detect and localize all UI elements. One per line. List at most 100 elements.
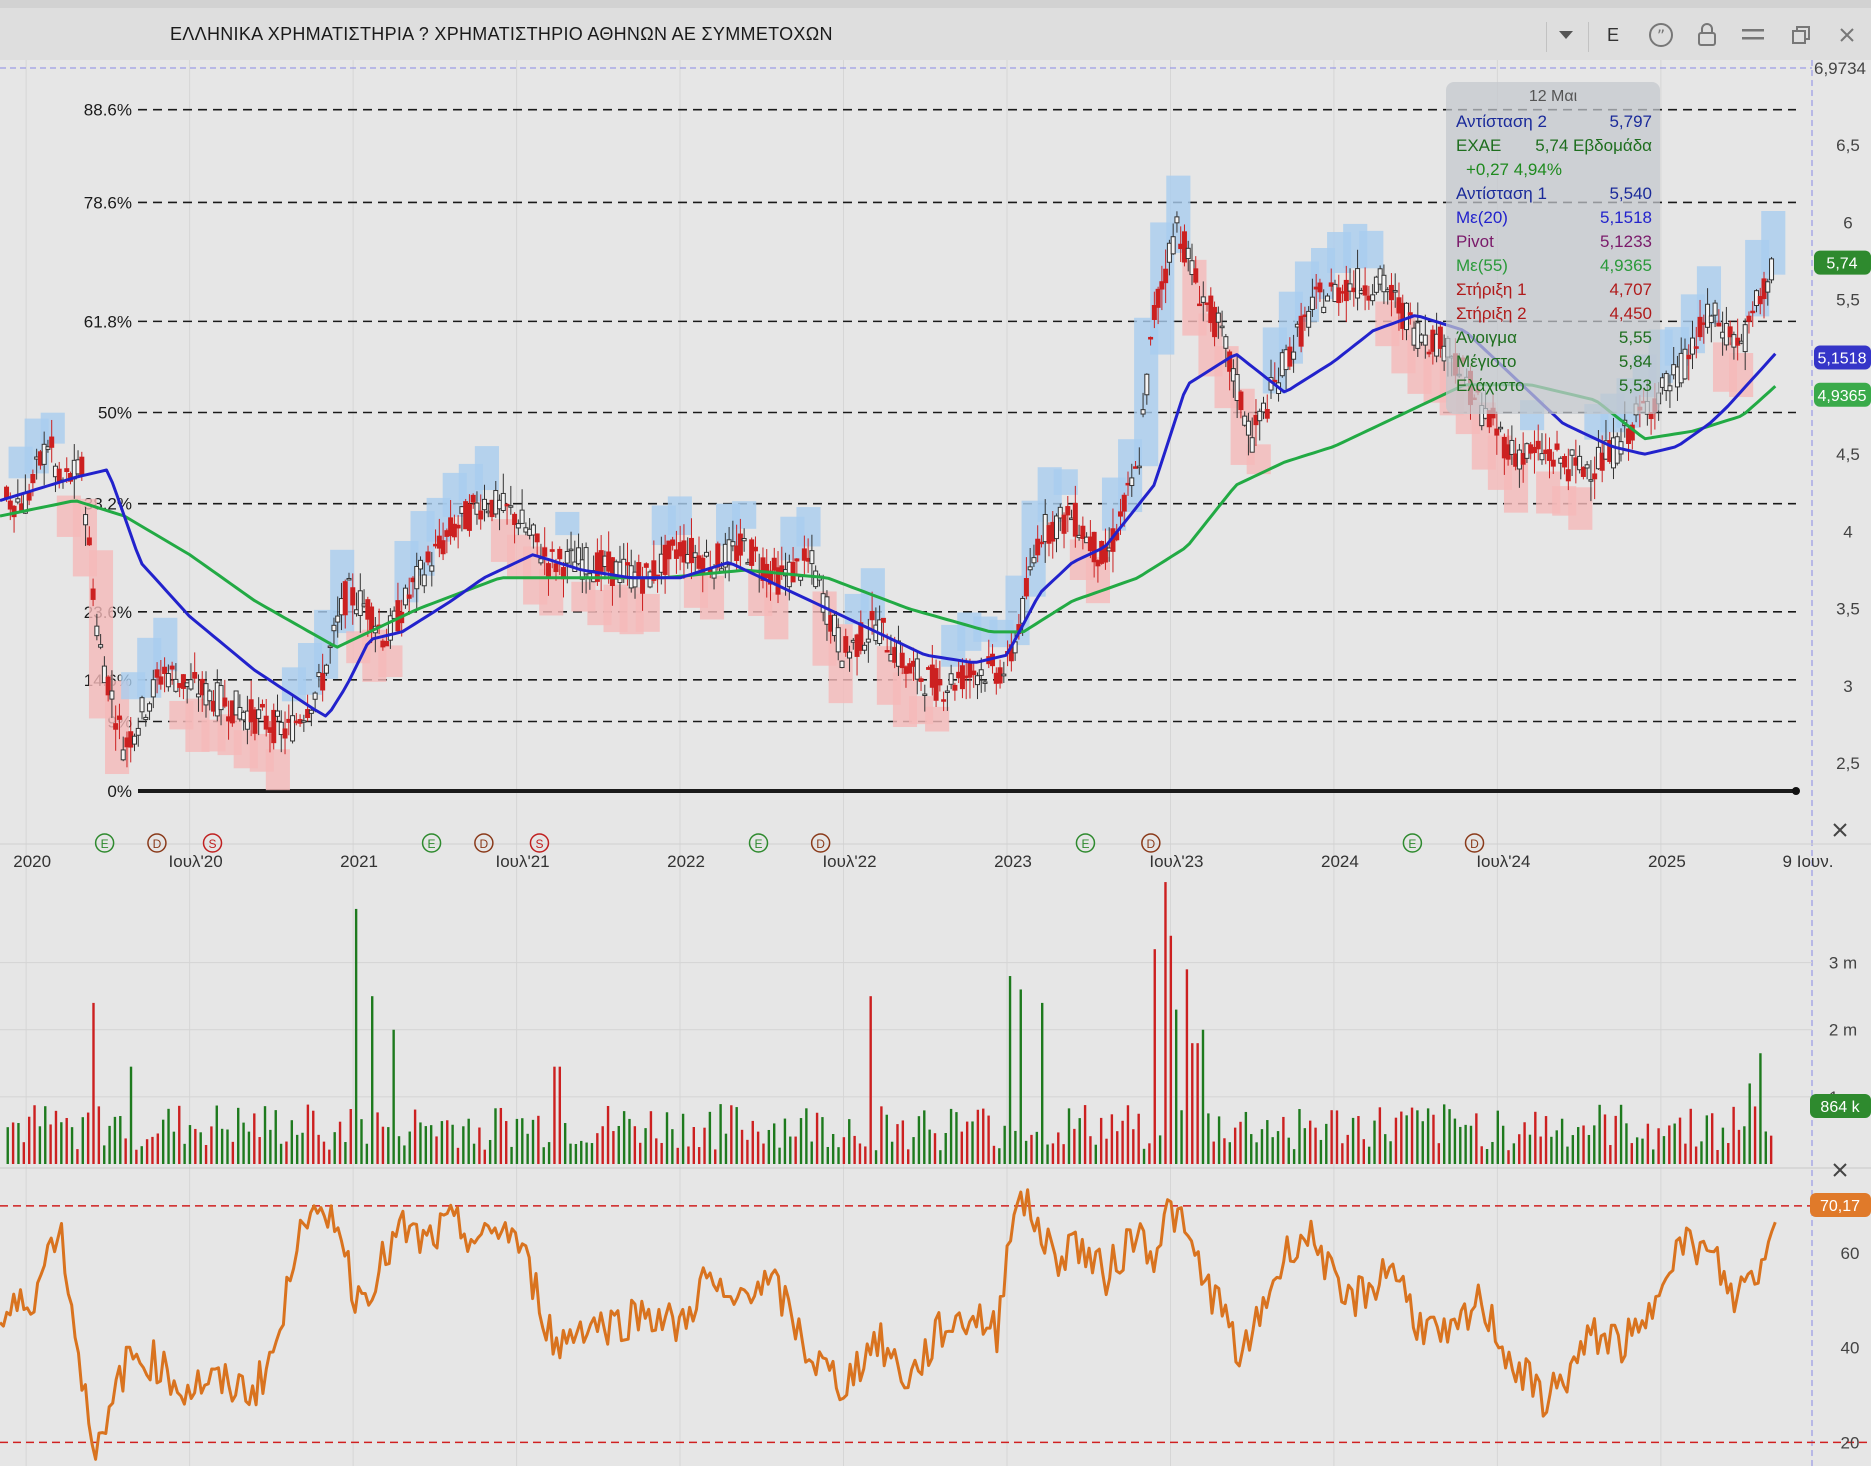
candle-body <box>421 574 427 587</box>
quote-icon[interactable]: ” <box>1646 20 1676 50</box>
volume-bar <box>671 1129 674 1164</box>
candle-body <box>1020 597 1026 624</box>
crosshair-tooltip: 12 Μαι Αντίσταση 2 5,797 ΕΧΑΕ 5,74 Εβδομάδα… <box>1446 82 1660 414</box>
candle-body <box>414 565 420 590</box>
candle-body <box>1245 420 1251 436</box>
candle-body <box>1498 426 1504 430</box>
volume-bar <box>1094 1144 1097 1164</box>
x-axis-label: 2022 <box>667 852 705 871</box>
candle-body <box>1381 274 1387 293</box>
fibonacci-level-label: 88.6% <box>84 101 132 120</box>
tooltip-label: Στήριξη 2 <box>1456 304 1527 323</box>
volume-bar <box>371 996 374 1164</box>
volume-bar <box>1244 1111 1248 1164</box>
restore-window-icon[interactable] <box>1786 20 1816 50</box>
fibonacci-level-label: 0% <box>107 782 132 801</box>
volume-bar <box>1394 1117 1398 1164</box>
tooltip-value: 5,55 <box>1618 328 1652 347</box>
tooltip-row: Pivot 5,1233 <box>1456 232 1652 254</box>
tooltip-label: Αντίσταση 1 <box>1456 184 1547 203</box>
volume-bar <box>714 1149 717 1164</box>
candle-body <box>1215 312 1221 323</box>
volume-bar <box>649 1111 653 1164</box>
volume-bar <box>1587 1134 1591 1164</box>
e-toggle-button[interactable]: E <box>1598 20 1628 50</box>
volume-bar <box>360 1119 363 1164</box>
candle-body <box>500 492 506 512</box>
volume-bar <box>1689 1108 1692 1164</box>
candle-body <box>466 503 472 531</box>
close-icon[interactable] <box>1832 20 1862 50</box>
volume-bar <box>472 1143 476 1164</box>
top-status-strip <box>0 0 1871 8</box>
volume-bar <box>692 1127 696 1164</box>
candle-body <box>978 669 984 676</box>
candle-body <box>568 548 574 552</box>
window-title: ΕΛΛΗΝΙΚΑ ΧΡΗΜΑΤΙΣΤΗΡΙΑ ? ΧΡΗΜΑΤΙΣΤΗΡΙΟ Α… <box>170 24 833 44</box>
volume-bar <box>660 1142 663 1164</box>
volume-bar <box>1351 1117 1355 1164</box>
volume-bar <box>210 1126 213 1164</box>
tooltip-value: 5,1518 <box>1600 208 1652 227</box>
volume-bar <box>1501 1125 1505 1164</box>
volume-bar <box>1576 1127 1580 1164</box>
tooltip-row: ΕΧΑΕ 5,74 Εβδομάδα <box>1456 136 1652 158</box>
candle-body <box>165 673 171 688</box>
candle-body <box>274 710 280 717</box>
volume-bar <box>269 1129 272 1164</box>
volume-bar <box>392 1029 395 1164</box>
volume-bar <box>831 1133 835 1164</box>
candle-body <box>1592 473 1598 480</box>
volume-bar <box>1732 1106 1735 1164</box>
volume-bar <box>113 1116 117 1164</box>
candle-body <box>406 594 412 599</box>
candle-body <box>1742 324 1748 353</box>
volume-bar <box>1266 1120 1269 1164</box>
candle-body <box>1562 456 1568 468</box>
volume-bar <box>1008 976 1012 1164</box>
volume-bar <box>295 1134 299 1164</box>
candle-body <box>1174 216 1180 224</box>
volume-bar <box>1491 1141 1494 1164</box>
volume-axis-label: 3 m <box>1829 954 1857 973</box>
candle-body <box>1038 541 1044 545</box>
volume-bar <box>762 1143 765 1164</box>
volume-bar <box>735 1107 738 1164</box>
candle-body <box>1001 673 1007 677</box>
volume-bar <box>547 1142 551 1164</box>
rsi-axis-label: 60 <box>1841 1244 1860 1263</box>
weekly-range-box <box>265 749 290 791</box>
candle-body <box>553 563 559 573</box>
event-marker-label: S <box>209 837 217 851</box>
fibonacci-level-label: 50% <box>98 404 132 423</box>
volume-bar <box>821 1117 824 1164</box>
weekly-range-box <box>764 592 789 640</box>
lock-icon[interactable] <box>1692 20 1722 50</box>
volume-bar <box>446 1120 449 1164</box>
candle-body <box>342 581 348 616</box>
volume-bar <box>537 1115 540 1164</box>
volume-bar <box>1593 1125 1596 1164</box>
menu-icon[interactable] <box>1738 20 1768 50</box>
candle-body <box>1091 531 1097 563</box>
price-axis-label: 6,5 <box>1836 136 1860 155</box>
volume-bar <box>1518 1134 1521 1164</box>
volume-bar <box>27 1116 31 1164</box>
tooltip-label: Pivot <box>1456 232 1494 251</box>
tooltip-row: Αντίσταση 1 5,540 <box>1456 184 1652 206</box>
volume-bar <box>183 1143 186 1164</box>
volume-bar <box>1185 969 1189 1164</box>
candle-body <box>1238 391 1244 411</box>
candle-body <box>256 709 262 719</box>
volume-bar <box>499 1107 503 1164</box>
volume-bar <box>794 1136 797 1164</box>
volume-bar <box>1105 1138 1108 1164</box>
volume-bar <box>746 1139 749 1164</box>
volume-bar <box>681 1113 685 1164</box>
candle-body <box>1148 336 1154 340</box>
event-marker-label: D <box>480 837 489 851</box>
x-axis-label: Ιουλ'23 <box>1149 852 1203 871</box>
rsi-last-badge: 70,17 <box>1820 1198 1860 1215</box>
chevron-down-icon[interactable] <box>1552 20 1580 50</box>
x-axis-label: 2020 <box>13 852 51 871</box>
